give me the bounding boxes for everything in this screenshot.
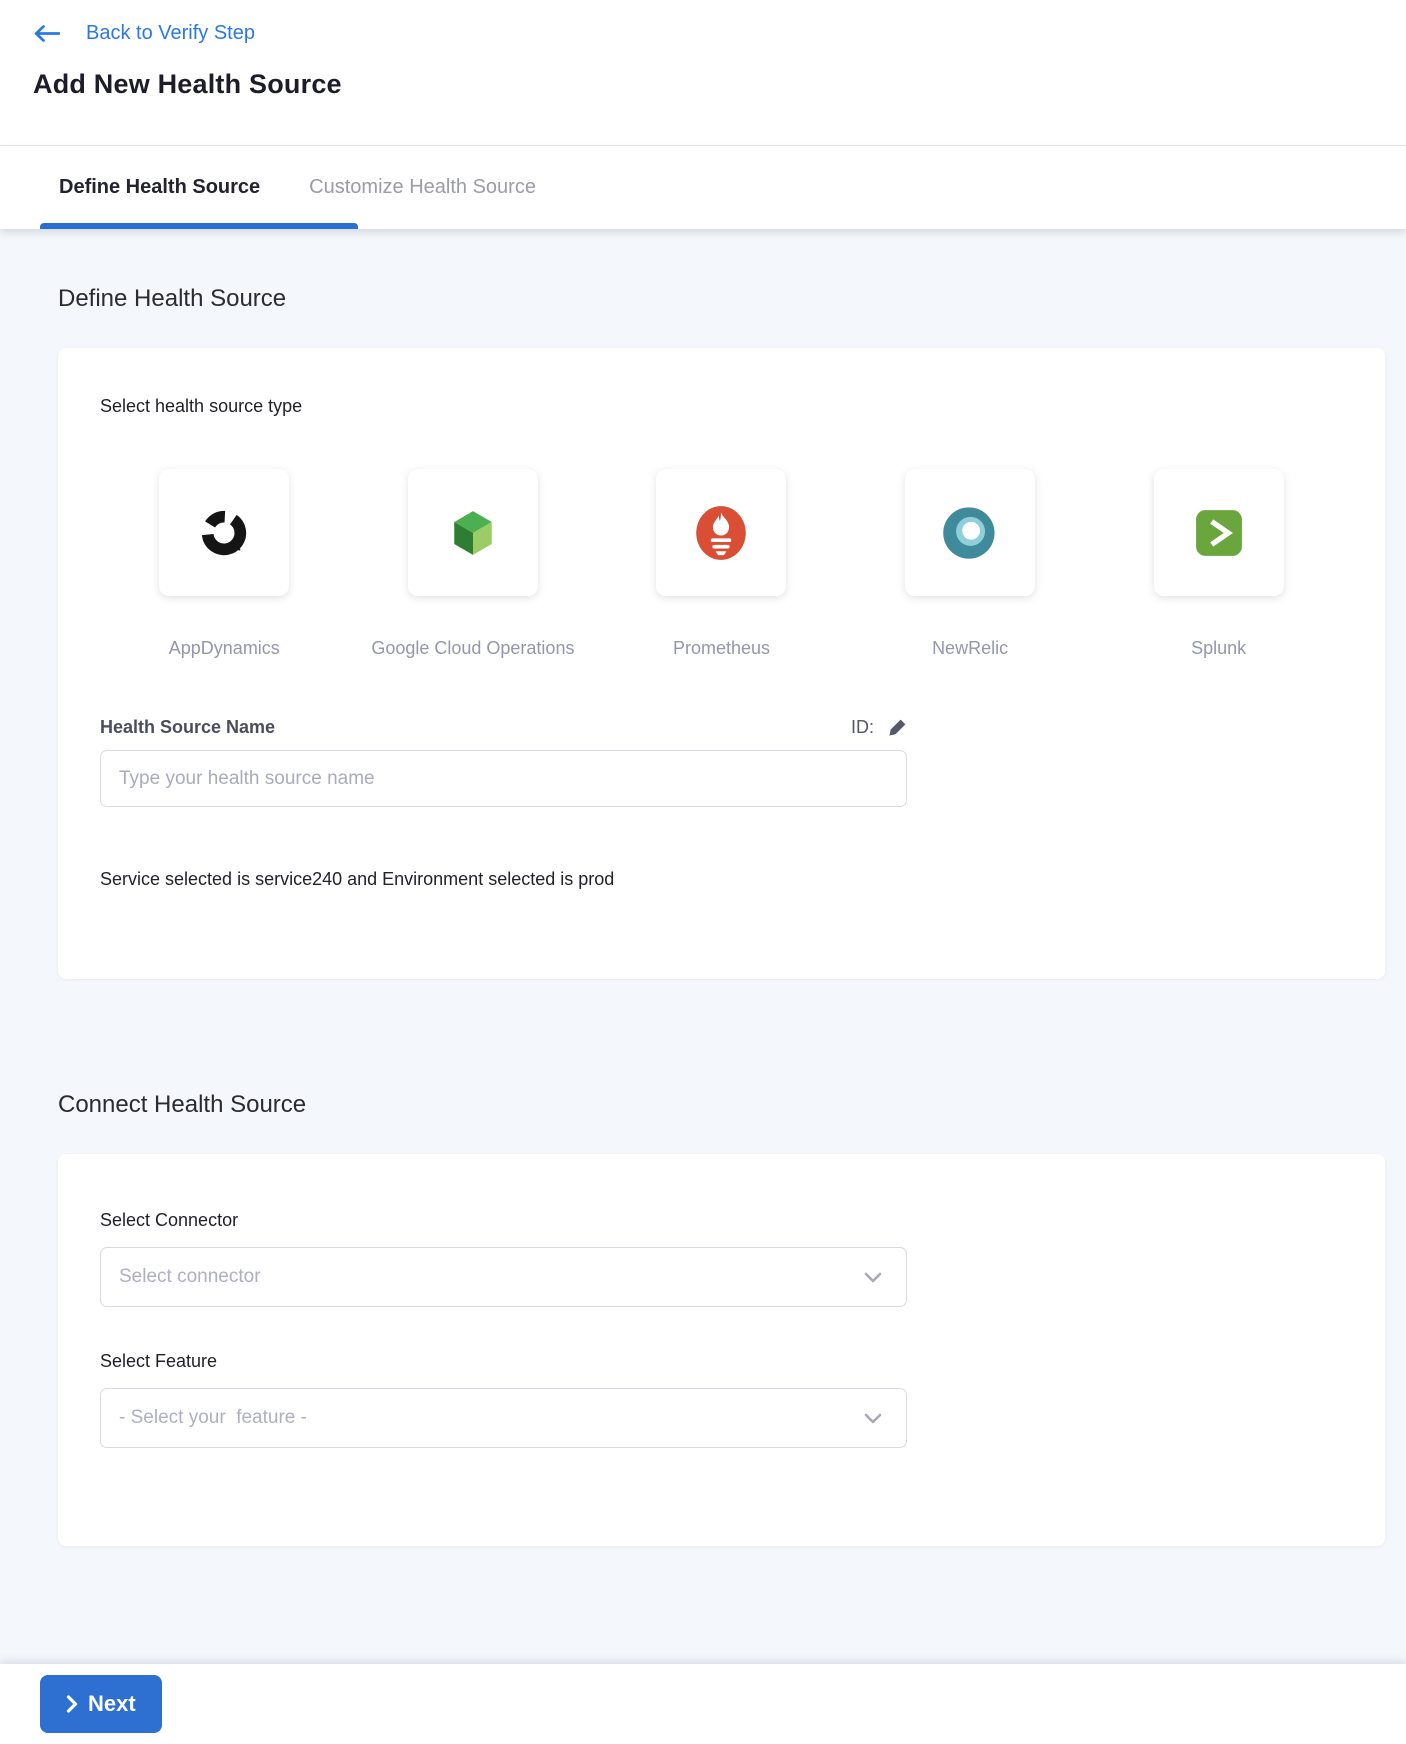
- service-environment-note: Service selected is service240 and Envir…: [100, 869, 1343, 890]
- tab-bar: Define Health Source Customize Health So…: [0, 146, 1406, 229]
- footer-bar: Next: [0, 1664, 1406, 1744]
- id-group: ID:: [851, 717, 907, 738]
- page-header: Back to Verify Step Add New Health Sourc…: [0, 0, 1406, 146]
- tab-customize-health-source[interactable]: Customize Health Source: [309, 176, 536, 199]
- select-type-label: Select health source type: [100, 396, 1343, 417]
- source-label: NewRelic: [932, 638, 1008, 659]
- prometheus-icon: [694, 505, 748, 561]
- source-option-appdynamics: AppDynamics: [100, 417, 349, 659]
- main-content: Define Health Source Select health sourc…: [0, 229, 1406, 1664]
- source-label: Prometheus: [673, 638, 770, 659]
- page-title: Add New Health Source: [33, 69, 1406, 100]
- id-label: ID:: [851, 717, 874, 738]
- source-label: AppDynamics: [169, 638, 280, 659]
- source-option-google-cloud-operations: Google Cloud Operations: [349, 417, 598, 659]
- source-option-splunk: Splunk: [1094, 417, 1343, 659]
- tab-define-health-source[interactable]: Define Health Source: [59, 176, 260, 199]
- select-connector-label: Select Connector: [100, 1210, 1343, 1231]
- back-link-label[interactable]: Back to Verify Step: [86, 22, 255, 45]
- chevron-down-icon: [864, 1413, 882, 1424]
- health-source-name-input[interactable]: [100, 750, 907, 807]
- connector-select[interactable]: Select connector: [100, 1247, 907, 1307]
- define-health-source-card: Select health source type AppDynamics: [58, 348, 1385, 979]
- source-option-prometheus: Prometheus: [597, 417, 846, 659]
- splunk-icon: [1193, 508, 1245, 558]
- appdynamics-card[interactable]: [159, 469, 289, 596]
- define-section-title: Define Health Source: [58, 229, 1385, 313]
- feature-select-placeholder: - Select your feature -: [119, 1407, 307, 1429]
- splunk-card[interactable]: [1154, 469, 1284, 596]
- google-cloud-operations-card[interactable]: [408, 469, 538, 596]
- google-cloud-operations-icon: [448, 508, 498, 558]
- arrow-left-icon: [33, 24, 60, 43]
- next-button[interactable]: Next: [40, 1675, 162, 1733]
- edit-id-pencil-icon[interactable]: [888, 718, 907, 737]
- active-tab-underline: [40, 223, 358, 229]
- source-label: Splunk: [1191, 638, 1246, 659]
- health-source-name-row: Health Source Name ID:: [100, 717, 907, 738]
- source-option-newrelic: NewRelic: [846, 417, 1095, 659]
- next-button-label: Next: [88, 1691, 136, 1717]
- chevron-right-icon: [66, 1695, 78, 1713]
- newrelic-icon: [941, 505, 999, 561]
- source-label: Google Cloud Operations: [371, 638, 574, 659]
- chevron-down-icon: [864, 1272, 882, 1283]
- feature-select[interactable]: - Select your feature -: [100, 1388, 907, 1448]
- select-feature-label: Select Feature: [100, 1351, 1343, 1372]
- appdynamics-icon: [196, 505, 252, 561]
- newrelic-card[interactable]: [905, 469, 1035, 596]
- connector-select-placeholder: Select connector: [119, 1266, 261, 1288]
- connect-section-title: Connect Health Source: [58, 979, 1385, 1119]
- health-source-type-row: AppDynamics Google Cloud Operations: [100, 417, 1343, 659]
- connect-health-source-card: Select Connector Select connector Select…: [58, 1154, 1385, 1546]
- health-source-name-label: Health Source Name: [100, 717, 275, 738]
- prometheus-card[interactable]: [656, 469, 786, 596]
- back-to-verify-link[interactable]: Back to Verify Step: [33, 22, 1406, 45]
